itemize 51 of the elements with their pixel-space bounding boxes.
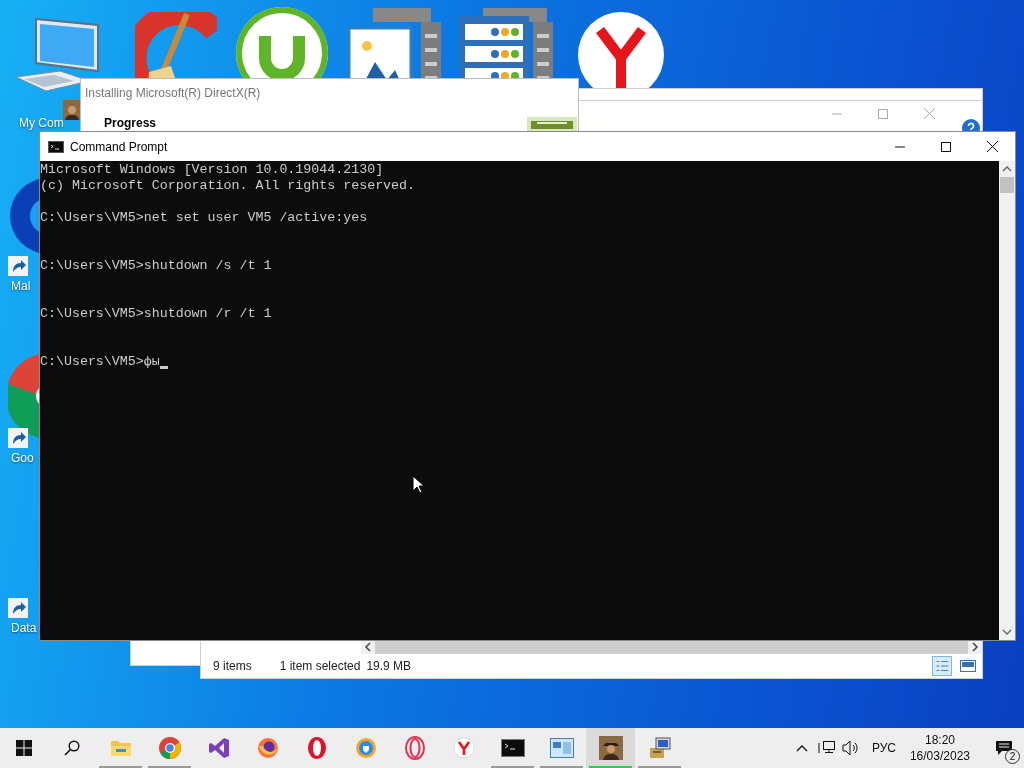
desktop-icon-label[interactable]: Goo <box>11 449 34 467</box>
fox-globe-icon <box>256 737 279 759</box>
scrollbar-thumb[interactable] <box>1000 177 1014 193</box>
maximize-icon <box>941 141 951 152</box>
search-icon <box>64 740 80 756</box>
close-icon <box>986 141 998 152</box>
taskbar-app-button[interactable] <box>586 728 635 768</box>
console-icon <box>500 739 525 757</box>
maximize-icon <box>878 108 888 119</box>
help-icon[interactable] <box>962 119 980 131</box>
tricolor-circle-icon <box>157 736 182 760</box>
ribbon-logo-icon <box>207 737 230 759</box>
console-line: C:\Users\VM5>фы <box>40 354 160 370</box>
speaker-icon[interactable] <box>841 740 860 756</box>
double-ring-icon <box>403 736 426 760</box>
window-title: Installing Microsoft(R) DirectX(R) <box>85 85 261 102</box>
control-panel-icon <box>549 738 574 758</box>
console-line: C:\Users\VM5>shutdown /s /t 1 <box>40 258 272 274</box>
section-heading: Progress <box>104 115 157 132</box>
figure-portrait-icon <box>598 736 623 760</box>
figure-portrait-icon[interactable] <box>63 100 81 120</box>
desktop-icon-label[interactable]: My Com <box>19 114 64 132</box>
console-line: C:\Users\VM5>net set user VM5 /active:yes <box>40 210 368 226</box>
notification-button[interactable]: 2 <box>984 728 1024 768</box>
windows-logo-icon <box>16 740 32 756</box>
folder-icon <box>109 738 132 758</box>
mouse-pointer-icon <box>412 475 424 494</box>
letter-circle-icon <box>452 737 475 759</box>
shield-circle-icon <box>354 737 377 759</box>
language-indicator[interactable]: РУС <box>871 739 896 757</box>
desktop-icon-label[interactable]: Mal <box>11 277 31 295</box>
ring-logo-icon <box>305 736 328 760</box>
window-title: Command Prompt <box>70 138 168 156</box>
vertical-scrollbar[interactable] <box>999 161 1015 640</box>
network-icon[interactable] <box>817 740 836 756</box>
desktop-icon-label[interactable]: Data <box>11 619 37 637</box>
console-line: C:\Users\VM5>shutdown /r /t 1 <box>40 306 272 322</box>
status-text: 19.9 MB <box>366 658 412 675</box>
status-text: 1 item selected <box>279 658 361 675</box>
text-cursor <box>159 366 168 369</box>
notification-count: 2 <box>1005 749 1020 764</box>
status-text: 9 items <box>213 658 252 675</box>
close-icon <box>923 108 935 119</box>
details-view-icon[interactable] <box>932 656 952 676</box>
computer-box-icon <box>647 736 672 760</box>
console-line: (c) Microsoft Corporation. All rights reserved. <box>40 178 416 194</box>
clock-button[interactable]: 18:20 16/03/2023 <box>909 732 970 764</box>
tricolor-circle-icon[interactable] <box>8 354 39 438</box>
chevron-up-icon[interactable] <box>795 744 808 752</box>
console-line: Microsoft Windows [Version 10.0.19044.2130] <box>40 162 384 178</box>
console-icon <box>48 140 64 153</box>
